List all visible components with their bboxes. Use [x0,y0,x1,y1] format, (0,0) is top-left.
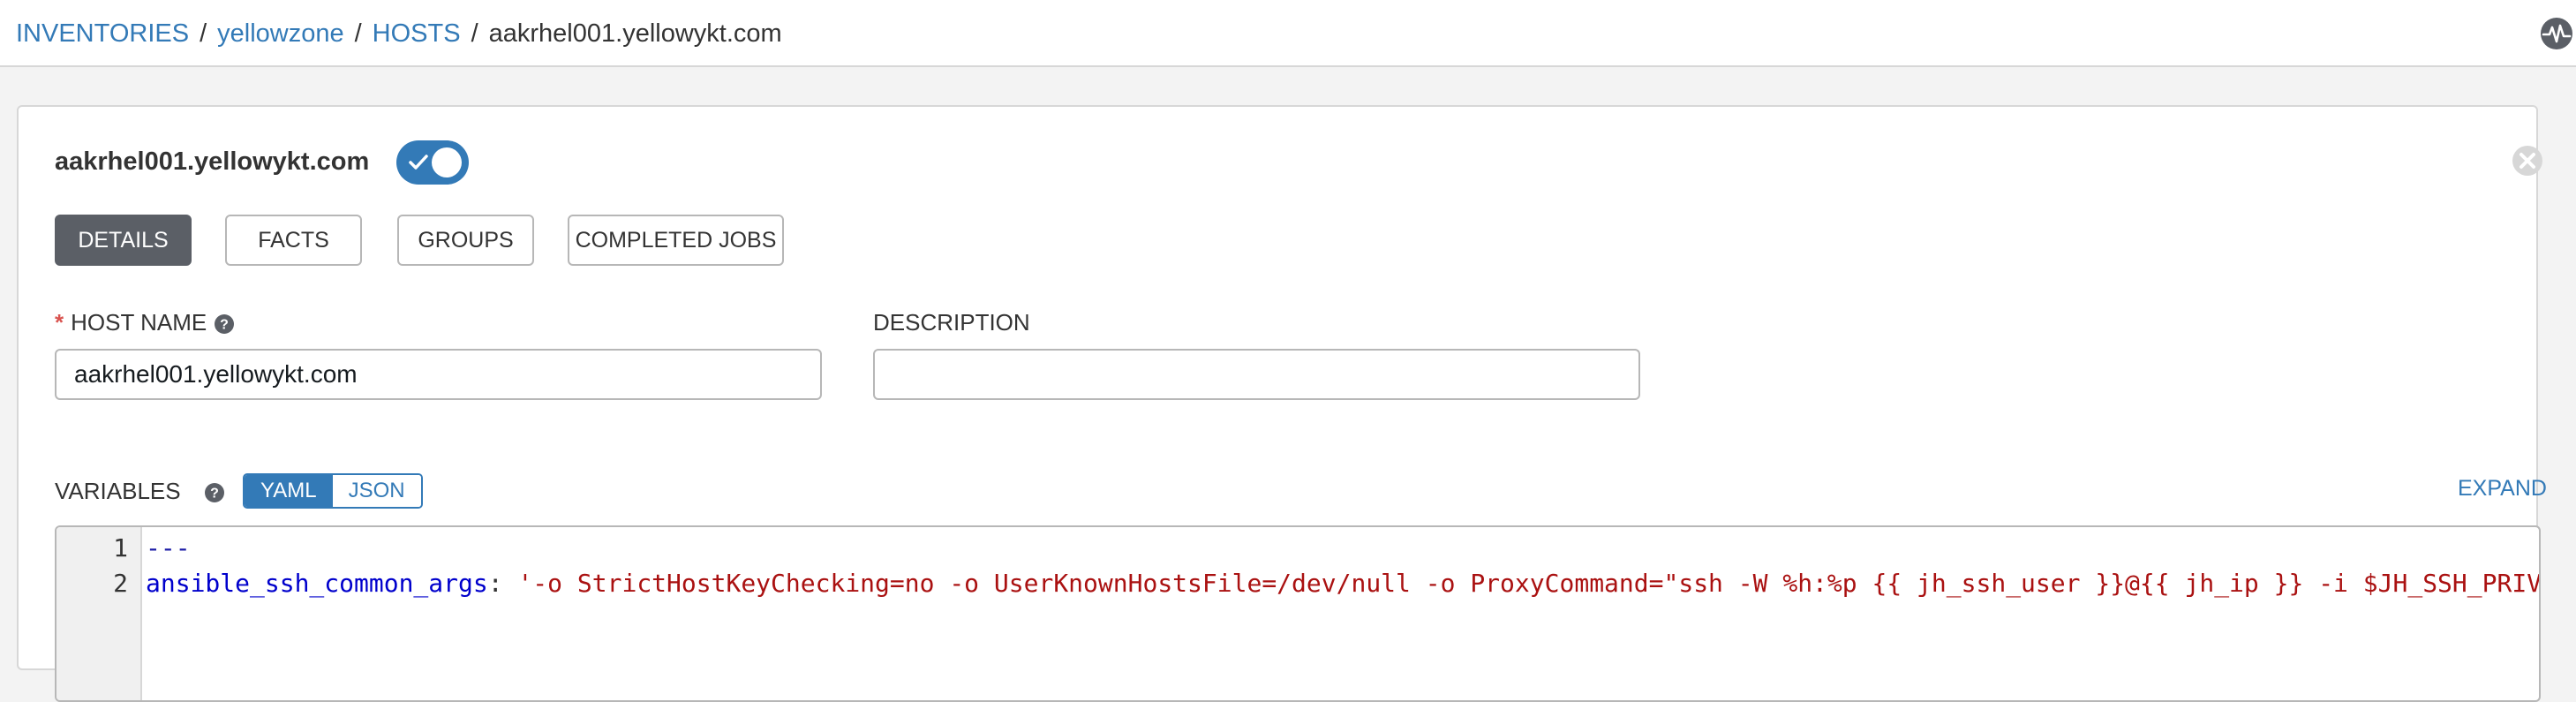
line-number: 2 [113,569,128,598]
svg-text:?: ? [210,487,219,502]
yaml-document-marker: --- [146,533,191,562]
description-input[interactable] [873,349,1640,400]
code-line: ansible_ssh_common_args: '-o StrictHostK… [146,568,2541,600]
host-detail-panel: aakrhel001.yellowykt.com DETAILS FACTS G… [17,105,2547,702]
close-icon[interactable] [2510,143,2545,178]
breadcrumb-inventory-link[interactable]: yellowzone [217,19,343,48]
variables-label-text: VARIABLES [55,478,181,504]
variables-code-editor[interactable]: 1 2 --- ansible_ssh_common_args: '-o Str… [55,525,2541,702]
host-name-label: * HOST NAME? [55,308,235,336]
host-name-input[interactable] [55,349,822,400]
variables-label: VARIABLES? [55,477,225,505]
variables-format-toggle: YAML JSON [243,473,423,509]
host-name-label-text: HOST NAME [71,309,207,336]
breadcrumb: INVENTORIES / yellowzone / HOSTS / aakrhel001.… [16,18,782,49]
code-line: --- [146,532,191,564]
help-icon[interactable]: ? [204,482,225,503]
required-marker: * [55,309,64,336]
yaml-string-value: '-o StrictHostKeyChecking=no -o UserKnow… [517,569,2541,598]
yaml-colon: : [487,569,518,598]
breadcrumb-bar: INVENTORIES / yellowzone / HOSTS / aakrhel001.… [0,0,2576,67]
breadcrumb-separator: / [200,19,207,48]
breadcrumb-hosts-link[interactable]: HOSTS [373,19,461,48]
line-number: 1 [113,533,128,562]
yaml-key: ansible_ssh_common_args [146,569,488,598]
json-format-button[interactable]: JSON [332,475,421,507]
host-title: aakrhel001.yellowykt.com [55,147,370,176]
breadcrumb-current: aakrhel001.yellowykt.com [488,19,782,48]
breadcrumb-separator: / [354,19,362,48]
check-icon [409,155,428,170]
activity-stream-icon[interactable] [2540,17,2573,50]
expand-link[interactable]: EXPAND [2458,474,2547,502]
tab-details[interactable]: DETAILS [55,215,192,266]
line-number-gutter: 1 2 [56,527,142,700]
tab-facts[interactable]: FACTS [225,215,362,266]
yaml-format-button[interactable]: YAML [245,475,333,507]
toggle-knob [432,147,462,177]
breadcrumb-inventories-link[interactable]: INVENTORIES [16,19,189,48]
breadcrumb-separator: / [471,19,478,48]
help-icon[interactable]: ? [214,313,235,335]
tab-groups[interactable]: GROUPS [397,215,534,266]
svg-text:?: ? [220,318,229,333]
tab-completed-jobs[interactable]: COMPLETED JOBS [568,215,784,266]
description-label: DESCRIPTION [873,309,1030,336]
host-enabled-toggle[interactable] [396,140,469,185]
